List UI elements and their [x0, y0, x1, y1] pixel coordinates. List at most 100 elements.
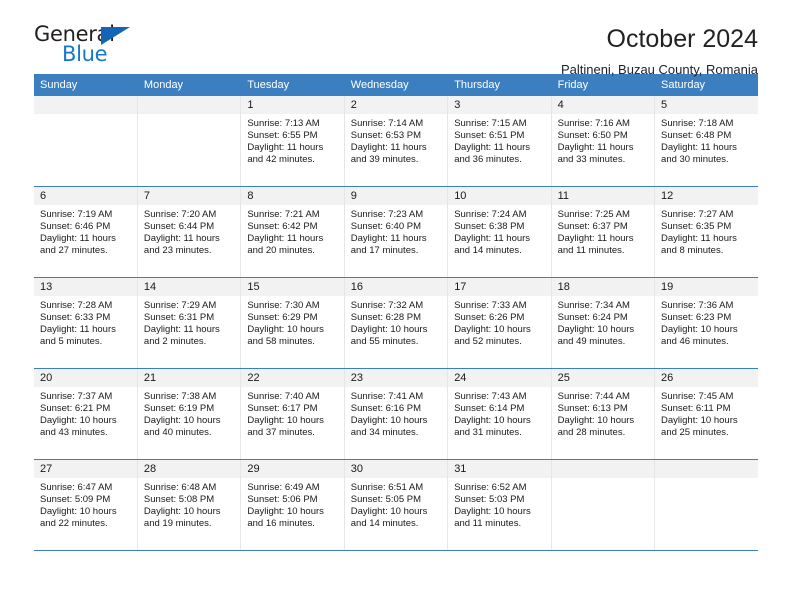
daylight-text: Daylight: 11 hours and 33 minutes.: [557, 142, 634, 166]
day-events: Sunrise: 7:14 AM Sunset: 6:53 PM Daylight:…: [345, 114, 447, 166]
calendar-day-cell[interactable]: 28 Sunrise: 6:48 AM Sunset: 5:08 PM Dayligh…: [137, 459, 242, 551]
sunrise-text: Sunrise: 7:32 AM: [350, 300, 424, 311]
sunset-text: Sunset: 6:17 PM: [247, 403, 318, 415]
daylight-text: Daylight: 10 hours and 40 minutes.: [143, 415, 221, 439]
calendar-day-cell[interactable]: 7 Sunrise: 7:20 AM Sunset: 6:44 PM Daylight…: [137, 186, 242, 278]
calendar-day-cell[interactable]: 29 Sunrise: 6:49 AM Sunset: 5:06 PM Dayligh…: [240, 459, 345, 551]
day-cell-inner: 14 Sunrise: 7:29 AM Sunset: 6:31 PM Dayligh…: [137, 278, 241, 368]
day-number: 11: [551, 187, 655, 205]
day-number: 18: [551, 278, 655, 296]
day-cell-inner: 13 Sunrise: 7:28 AM Sunset: 6:33 PM Dayligh…: [34, 278, 137, 368]
day-number: 8: [241, 187, 344, 205]
day-number: 6: [34, 187, 137, 205]
calendar-day-cell[interactable]: 11 Sunrise: 7:25 AM Sunset: 6:37 PM Dayligh…: [551, 186, 656, 278]
sunset-text: Sunset: 6:55 PM: [247, 130, 318, 142]
calendar-day-cell[interactable]: 22 Sunrise: 7:40 AM Sunset: 6:17 PM Dayligh…: [240, 368, 345, 460]
calendar-day-cell[interactable]: 24 Sunrise: 7:43 AM Sunset: 6:14 PM Dayligh…: [447, 368, 552, 460]
calendar-day-cell[interactable]: 2 Sunrise: 7:14 AM Sunset: 6:53 PM Daylight…: [344, 96, 449, 187]
sunset-text: Sunset: 6:23 PM: [661, 312, 732, 324]
sunset-text: Sunset: 6:14 PM: [454, 403, 525, 415]
sunrise-text: Sunrise: 6:49 AM: [247, 482, 320, 493]
day-cell-inner: 22 Sunrise: 7:40 AM Sunset: 6:17 PM Dayligh…: [241, 369, 344, 459]
calendar-week-row: 20 Sunrise: 7:37 AM Sunset: 6:21 PM Dayligh…: [34, 368, 758, 460]
day-cell-inner: 20 Sunrise: 7:37 AM Sunset: 6:21 PM Dayligh…: [34, 369, 137, 459]
calendar-day-cell[interactable]: 16 Sunrise: 7:32 AM Sunset: 6:28 PM Dayligh…: [344, 277, 449, 369]
day-cell-inner: 26 Sunrise: 7:45 AM Sunset: 6:11 PM Dayligh…: [655, 369, 758, 459]
calendar-grid: Sunday Monday Tuesday Wednesday Thursday Frid…: [34, 74, 758, 551]
day-cell-inner: 12 Sunrise: 7:27 AM Sunset: 6:35 PM Dayligh…: [655, 187, 758, 277]
calendar-day-cell[interactable]: 18 Sunrise: 7:34 AM Sunset: 6:24 PM Dayligh…: [551, 277, 656, 369]
sunrise-text: Sunrise: 7:19 AM: [40, 209, 113, 220]
calendar-day-cell[interactable]: 30 Sunrise: 6:51 AM Sunset: 5:05 PM Dayligh…: [344, 459, 449, 551]
daylight-text: Daylight: 10 hours and 11 minutes.: [454, 506, 531, 530]
title-block: October 2024 Paltineni, Buzau County, Ro…: [561, 22, 758, 80]
calendar-day-cell-empty: [551, 459, 656, 551]
calendar-day-cell[interactable]: 3 Sunrise: 7:15 AM Sunset: 6:51 PM Daylight…: [447, 96, 552, 187]
sunset-text: Sunset: 6:46 PM: [40, 221, 111, 233]
day-events: Sunrise: 7:32 AM Sunset: 6:28 PM Daylight:…: [345, 296, 447, 348]
calendar-day-cell[interactable]: 13 Sunrise: 7:28 AM Sunset: 6:33 PM Dayligh…: [34, 277, 138, 369]
day-cell-inner: 11 Sunrise: 7:25 AM Sunset: 6:37 PM Dayligh…: [551, 187, 655, 277]
sunrise-text: Sunrise: 7:28 AM: [40, 300, 113, 311]
calendar-day-cell[interactable]: 15 Sunrise: 7:30 AM Sunset: 6:29 PM Dayligh…: [240, 277, 345, 369]
day-cell-inner: 17 Sunrise: 7:33 AM Sunset: 6:26 PM Dayligh…: [448, 278, 551, 368]
sunrise-text: Sunrise: 7:38 AM: [143, 391, 217, 402]
day-cell-inner: 31 Sunrise: 6:52 AM Sunset: 5:03 PM Dayligh…: [448, 460, 551, 550]
sunset-text: Sunset: 6:33 PM: [40, 312, 111, 324]
sunrise-text: Sunrise: 7:14 AM: [350, 118, 424, 129]
calendar-day-cell[interactable]: 4 Sunrise: 7:16 AM Sunset: 6:50 PM Daylight…: [551, 96, 656, 187]
day-number: 24: [448, 369, 551, 387]
day-number: 7: [137, 187, 241, 205]
sunset-text: Sunset: 6:51 PM: [454, 130, 525, 142]
calendar-day-cell[interactable]: 25 Sunrise: 7:44 AM Sunset: 6:13 PM Dayligh…: [551, 368, 656, 460]
calendar-day-cell[interactable]: 14 Sunrise: 7:29 AM Sunset: 6:31 PM Dayligh…: [137, 277, 242, 369]
sunrise-text: Sunrise: 7:44 AM: [557, 391, 630, 402]
day-number: 31: [448, 460, 551, 478]
calendar-day-cell[interactable]: 27 Sunrise: 6:47 AM Sunset: 5:09 PM Dayligh…: [34, 459, 138, 551]
calendar-day-cell[interactable]: 10 Sunrise: 7:24 AM Sunset: 6:38 PM Dayligh…: [447, 186, 552, 278]
calendar-day-cell[interactable]: 6 Sunrise: 7:19 AM Sunset: 6:46 PM Daylight…: [34, 186, 138, 278]
calendar-week-row: 13 Sunrise: 7:28 AM Sunset: 6:33 PM Dayligh…: [34, 277, 758, 369]
day-cell-inner: 2 Sunrise: 7:14 AM Sunset: 6:53 PM Daylight…: [344, 96, 448, 186]
day-number: 17: [448, 278, 551, 296]
sunrise-text: Sunrise: 7:40 AM: [247, 391, 320, 402]
sunrise-text: Sunrise: 7:41 AM: [350, 391, 424, 402]
sunset-text: Sunset: 5:05 PM: [350, 494, 421, 506]
day-events: Sunrise: 7:13 AM Sunset: 6:55 PM Daylight:…: [241, 114, 343, 166]
calendar-day-cell[interactable]: 23 Sunrise: 7:41 AM Sunset: 6:16 PM Dayligh…: [344, 368, 449, 460]
sunset-text: Sunset: 6:19 PM: [143, 403, 215, 415]
day-number: 9: [344, 187, 448, 205]
day-events: Sunrise: 6:52 AM Sunset: 5:03 PM Daylight:…: [448, 478, 550, 530]
sunset-text: Sunset: 6:42 PM: [247, 221, 318, 233]
day-number: [655, 460, 758, 478]
daylight-text: Daylight: 11 hours and 20 minutes.: [247, 233, 324, 257]
calendar-day-cell[interactable]: 17 Sunrise: 7:33 AM Sunset: 6:26 PM Dayligh…: [447, 277, 552, 369]
sunset-text: Sunset: 6:37 PM: [557, 221, 628, 233]
day-cell-inner: 15 Sunrise: 7:30 AM Sunset: 6:29 PM Dayligh…: [241, 278, 344, 368]
sunset-text: Sunset: 5:09 PM: [40, 494, 111, 506]
day-number: 22: [241, 369, 344, 387]
calendar-day-cell[interactable]: 19 Sunrise: 7:36 AM Sunset: 6:23 PM Dayligh…: [654, 277, 758, 369]
calendar-day-cell[interactable]: 20 Sunrise: 7:37 AM Sunset: 6:21 PM Dayligh…: [34, 368, 138, 460]
day-cell-inner: 21 Sunrise: 7:38 AM Sunset: 6:19 PM Dayligh…: [137, 369, 241, 459]
sunrise-text: Sunrise: 7:29 AM: [143, 300, 217, 311]
day-events: Sunrise: 7:44 AM Sunset: 6:13 PM Daylight:…: [552, 387, 654, 439]
sunset-text: Sunset: 6:40 PM: [350, 221, 421, 233]
sunset-text: Sunset: 6:48 PM: [661, 130, 732, 142]
sunset-text: Sunset: 6:16 PM: [350, 403, 421, 415]
calendar-day-cell[interactable]: 8 Sunrise: 7:21 AM Sunset: 6:42 PM Daylight…: [240, 186, 345, 278]
calendar-day-cell[interactable]: 26 Sunrise: 7:45 AM Sunset: 6:11 PM Dayligh…: [654, 368, 758, 460]
calendar-day-cell[interactable]: 12 Sunrise: 7:27 AM Sunset: 6:35 PM Dayligh…: [654, 186, 758, 278]
day-cell-inner: 7 Sunrise: 7:20 AM Sunset: 6:44 PM Daylight…: [137, 187, 241, 277]
day-events: Sunrise: 7:37 AM Sunset: 6:21 PM Daylight:…: [34, 387, 137, 439]
calendar-day-cell[interactable]: 1 Sunrise: 7:13 AM Sunset: 6:55 PM Daylight…: [240, 96, 345, 187]
day-cell-inner: [655, 460, 758, 550]
page-header: General Blue October 2024 Paltineni, Buz…: [34, 0, 758, 77]
calendar-day-cell[interactable]: 31 Sunrise: 6:52 AM Sunset: 5:03 PM Dayligh…: [447, 459, 552, 551]
calendar-day-cell[interactable]: 5 Sunrise: 7:18 AM Sunset: 6:48 PM Daylight…: [654, 96, 758, 187]
calendar-day-cell[interactable]: 21 Sunrise: 7:38 AM Sunset: 6:19 PM Dayligh…: [137, 368, 242, 460]
daylight-text: Daylight: 10 hours and 16 minutes.: [247, 506, 324, 530]
calendar-day-cell[interactable]: 9 Sunrise: 7:23 AM Sunset: 6:40 PM Daylight…: [344, 186, 449, 278]
daylight-text: Daylight: 10 hours and 19 minutes.: [143, 506, 221, 530]
day-cell-inner: 18 Sunrise: 7:34 AM Sunset: 6:24 PM Dayligh…: [551, 278, 655, 368]
